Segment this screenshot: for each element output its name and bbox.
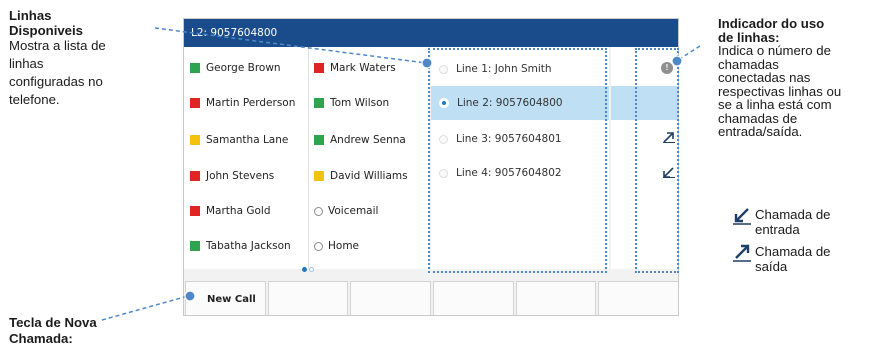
callout-body: chamadas de — [718, 110, 798, 126]
callout-body: Indica o número de — [718, 43, 831, 58]
legend-text: entrada — [755, 222, 800, 237]
incoming-call-legend: Chamada de entrada — [733, 207, 831, 237]
callout-body: telefone. — [9, 92, 60, 107]
lines-available-callout: Linhas Disponiveis Mostra a lista de lin… — [9, 8, 169, 107]
callout-title: Disponiveis — [9, 23, 84, 38]
callout-title: Tecla de Nova — [9, 315, 97, 330]
callout-body: conectadas nas — [718, 70, 811, 85]
incoming-arrow-icon — [733, 208, 751, 225]
callout-body: se a linha está com — [718, 97, 832, 112]
callout-body: chamadas — [718, 56, 779, 72]
callout-body: Mostra a lista de — [9, 38, 106, 53]
callout-title: Indicador do uso — [718, 16, 825, 31]
outgoing-call-legend: Chamada de saída — [733, 244, 831, 274]
callout-body: linhas — [9, 56, 44, 71]
legend-text: saída — [755, 259, 788, 274]
callout-body: configuradas no — [9, 74, 103, 89]
callout-body: entrada/saída. — [718, 124, 803, 139]
legend-text: Chamada de — [755, 207, 831, 222]
callout-title: Chamada: — [9, 331, 73, 346]
outgoing-arrow-icon — [733, 244, 751, 262]
new-call-key-callout: Tecla de Nova Chamada: — [9, 315, 139, 347]
callout-body: respectivas linhas ou — [718, 83, 842, 99]
callout-title: Linhas — [9, 8, 52, 23]
legend-text: Chamada de — [755, 244, 831, 259]
callout-title: de linhas: — [718, 29, 780, 45]
usage-indicator-callout: Indicador do uso de linhas: Indica o núm… — [718, 17, 894, 139]
